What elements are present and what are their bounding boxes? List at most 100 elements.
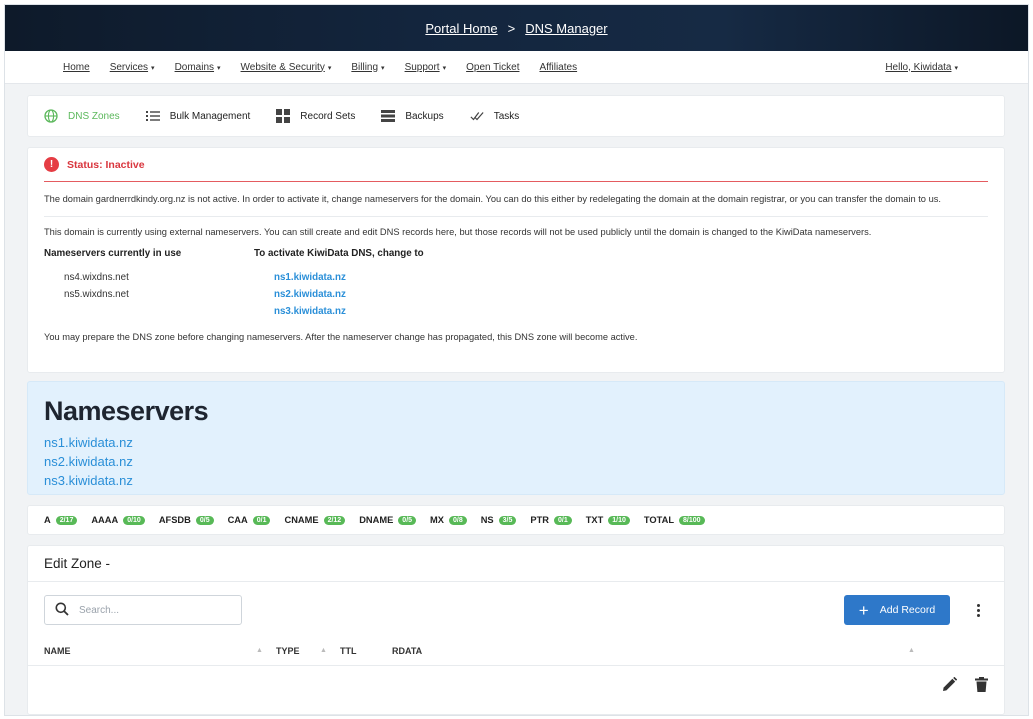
- status-panel: ! Status: Inactive The domain gardnerrdk…: [27, 147, 1005, 373]
- breadcrumb-dns-manager[interactable]: DNS Manager: [525, 21, 607, 36]
- alert-icon: !: [44, 157, 59, 172]
- breadcrumb-portal-home[interactable]: Portal Home: [425, 21, 497, 36]
- tab-record-sets[interactable]: Record Sets: [276, 109, 355, 123]
- page-frame: Portal Home > DNS Manager Home Services ▾…: [4, 4, 1029, 716]
- user-menu-label: Hello, Kiwidata: [885, 61, 952, 73]
- record-type-label: TXT: [585, 515, 604, 525]
- column-rdata[interactable]: RDATA: [392, 646, 422, 656]
- nameservers-panel: Nameservers ns1.kiwidata.nz ns2.kiwidata…: [27, 381, 1005, 495]
- target-nameserver: ns3.kiwidata.nz: [274, 306, 346, 317]
- record-count-aaaa: AAAA 0/10: [91, 515, 145, 525]
- main-navigation: Home Services ▾ Domains ▾ Website & Securi…: [5, 51, 1028, 84]
- record-type-label: CNAME: [284, 515, 319, 525]
- record-count-badge: 0/5: [398, 515, 417, 525]
- search-box: [44, 595, 242, 625]
- search-input[interactable]: [79, 604, 229, 616]
- current-nameserver: ns5.wixdns.net: [64, 289, 129, 300]
- current-nameservers-heading: Nameservers currently in use: [44, 248, 182, 259]
- nav-support[interactable]: Support ▾: [405, 62, 447, 73]
- breadcrumb-separator: >: [507, 20, 516, 36]
- nav-home-label: Home: [63, 61, 90, 73]
- sort-icon: ▲: [256, 647, 263, 654]
- nav-website-security-label: Website & Security: [240, 61, 325, 73]
- caret-down-icon: ▾: [151, 64, 155, 72]
- user-menu[interactable]: Hello, Kiwidata ▾: [885, 62, 958, 73]
- tab-backups-label: Backups: [405, 110, 444, 122]
- record-type-label: NS: [480, 515, 494, 525]
- tab-tasks-label: Tasks: [493, 110, 520, 122]
- nav-affiliates[interactable]: Affiliates: [539, 62, 577, 73]
- status-message-inactive: The domain gardnerrdkindy.org.nz is not …: [44, 192, 988, 217]
- nav-services[interactable]: Services ▾: [110, 62, 155, 73]
- column-type[interactable]: TYPE: [276, 646, 300, 656]
- nameserver-columns: Nameservers currently in use ns4.wixdns.…: [44, 248, 988, 320]
- nav-billing[interactable]: Billing ▾: [351, 62, 384, 73]
- record-count-badge: 2/12: [323, 515, 346, 525]
- nav-open-ticket[interactable]: Open Ticket: [466, 62, 519, 73]
- caret-down-icon: ▾: [381, 64, 385, 72]
- hero-banner: Portal Home > DNS Manager: [5, 5, 1028, 51]
- nav-affiliates-label: Affiliates: [539, 61, 578, 73]
- record-count-dname: DNAME 0/5: [359, 515, 417, 525]
- record-count-a: A 2/17: [44, 515, 78, 525]
- edit-icon[interactable]: [942, 676, 957, 692]
- column-ttl[interactable]: TTL: [340, 646, 357, 656]
- record-count-caa: CAA 0/1: [228, 515, 271, 525]
- tab-dns-zones-label: DNS Zones: [68, 110, 120, 122]
- status-message-external: This domain is currently using external …: [44, 227, 872, 237]
- search-icon: [55, 602, 69, 619]
- more-options-icon[interactable]: [968, 603, 988, 618]
- caret-down-icon: ▾: [327, 64, 332, 72]
- delete-icon[interactable]: [975, 676, 988, 692]
- record-count-mx: MX 0/8: [430, 515, 467, 525]
- record-count-txt: TXT 1/10: [586, 515, 630, 525]
- nav-open-ticket-label: Open Ticket: [466, 61, 520, 73]
- tab-dns-zones[interactable]: DNS Zones: [44, 109, 120, 123]
- tab-bulk-management-label: Bulk Management: [169, 110, 251, 122]
- globe-icon: [44, 109, 58, 123]
- record-type-label: DNAME: [359, 515, 394, 525]
- record-count-cname: CNAME 2/12: [284, 515, 346, 525]
- status-message-prepare: You may prepare the DNS zone before chan…: [44, 332, 638, 342]
- nav-domains[interactable]: Domains ▾: [175, 62, 221, 73]
- status-label: Status: Inactive: [67, 158, 145, 171]
- table-row: [28, 666, 1004, 702]
- record-count-afsdb: AFSDB 0/5: [159, 515, 214, 525]
- nav-support-label: Support: [404, 61, 440, 73]
- edit-zone-panel: Edit Zone - + Add Record NAME ▲ TYPE ▲ T…: [27, 545, 1005, 715]
- sort-icon: ▲: [320, 647, 327, 654]
- nav-billing-label: Billing: [351, 61, 379, 73]
- status-header: ! Status: Inactive: [44, 148, 988, 182]
- record-count-badge: 0/8: [448, 515, 467, 525]
- add-record-button[interactable]: + Add Record: [844, 595, 950, 625]
- record-count-total: TOTAL 8/100: [644, 515, 705, 525]
- plus-icon: +: [858, 600, 869, 620]
- record-count-badge: 8/100: [679, 515, 705, 525]
- current-nameservers: Nameservers currently in use ns4.wixdns.…: [44, 248, 254, 320]
- record-count-badge: 1/10: [608, 515, 630, 525]
- record-count-ns: NS 3/5: [481, 515, 517, 525]
- records-table-header: NAME ▲ TYPE ▲ TTL RDATA ▲: [28, 636, 1004, 666]
- record-type-label: MX: [430, 515, 444, 525]
- sort-icon: ▲: [908, 647, 915, 654]
- current-nameserver: ns4.wixdns.net: [64, 272, 129, 283]
- target-nameserver: ns2.kiwidata.nz: [274, 289, 346, 300]
- nav-domains-label: Domains: [174, 61, 215, 73]
- caret-down-icon: ▾: [217, 64, 221, 72]
- nameserver-item: ns2.kiwidata.nz: [44, 454, 133, 469]
- record-count-badge: 0/1: [252, 515, 271, 525]
- edit-zone-title: Edit Zone -: [28, 546, 1004, 582]
- zone-toolbar: + Add Record: [28, 588, 1004, 632]
- column-name[interactable]: NAME: [44, 646, 71, 656]
- nav-home[interactable]: Home: [63, 62, 90, 73]
- tab-bulk-management[interactable]: Bulk Management: [145, 109, 251, 123]
- record-count-ptr: PTR 0/1: [530, 515, 572, 525]
- dns-subnav: DNS Zones Bulk Management Record Sets Ba…: [27, 95, 1005, 137]
- tab-tasks[interactable]: Tasks: [470, 109, 520, 123]
- target-nameservers-heading: To activate KiwiData DNS, change to: [254, 248, 424, 259]
- tasks-icon: [470, 109, 484, 123]
- tab-backups[interactable]: Backups: [381, 109, 444, 123]
- record-type-label: AFSDB: [158, 515, 191, 525]
- grid-icon: [276, 109, 291, 123]
- nav-website-security[interactable]: Website & Security ▾: [241, 62, 332, 73]
